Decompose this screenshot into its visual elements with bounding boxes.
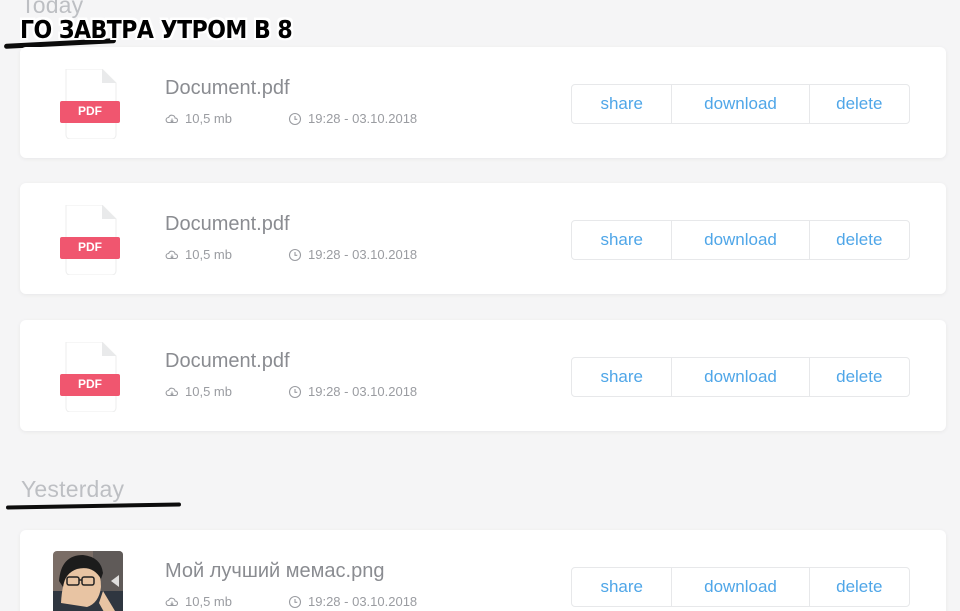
pdf-file-icon: PDF	[60, 68, 120, 140]
file-date: 19:28 - 03.10.2018	[288, 247, 417, 262]
marker-underline	[5, 502, 182, 510]
clock-icon	[288, 385, 302, 398]
delete-button[interactable]: delete	[810, 221, 909, 259]
pdf-file-icon: PDF	[60, 204, 120, 276]
pdf-file-icon: PDF	[60, 341, 120, 413]
file-name: Document.pdf	[165, 77, 290, 99]
clock-icon	[288, 112, 302, 125]
section-title-yesterday: Yesterday	[21, 476, 125, 502]
cloud-icon	[165, 387, 179, 396]
delete-button[interactable]: delete	[810, 568, 909, 606]
file-size-value: 10,5 mb	[185, 111, 232, 126]
file-card: PDF Document.pdf 10,5 mb 19:28 - 03.10.2…	[20, 183, 946, 294]
clock-icon	[288, 595, 302, 608]
file-card: PDF Document.pdf 10,5 mb 19:28 - 03.10.2…	[20, 47, 946, 158]
file-actions: share download delete	[571, 357, 910, 397]
download-button[interactable]: download	[672, 568, 810, 606]
clock-icon	[288, 248, 302, 261]
file-size-value: 10,5 mb	[185, 247, 232, 262]
file-card: PDF Document.pdf 10,5 mb 19:28 - 03.10.2…	[20, 320, 946, 431]
share-button[interactable]: share	[572, 358, 673, 396]
share-button[interactable]: share	[572, 568, 673, 606]
cloud-icon	[165, 250, 179, 259]
file-name: Document.pdf	[165, 213, 290, 235]
file-actions: share download delete	[571, 220, 910, 260]
file-name: Document.pdf	[165, 350, 290, 372]
delete-button[interactable]: delete	[810, 358, 909, 396]
delete-button[interactable]: delete	[810, 85, 909, 123]
file-date-value: 19:28 - 03.10.2018	[308, 247, 418, 262]
file-size-value: 10,5 mb	[185, 384, 232, 399]
download-button[interactable]: download	[672, 221, 810, 259]
file-date: 19:28 - 03.10.2018	[288, 594, 417, 609]
file-date: 19:28 - 03.10.2018	[288, 111, 417, 126]
download-button[interactable]: download	[672, 358, 810, 396]
file-size: 10,5 mb	[165, 594, 232, 609]
image-thumbnail	[53, 551, 123, 611]
cloud-icon	[165, 597, 179, 606]
pdf-badge-label: PDF	[78, 240, 102, 254]
file-list-page: Today ГО ЗАВТРА УТРОМ В 8 PDF Document.p…	[0, 0, 960, 611]
file-size-value: 10,5 mb	[185, 594, 232, 609]
cloud-icon	[165, 114, 179, 123]
file-date-value: 19:28 - 03.10.2018	[308, 111, 418, 126]
file-actions: share download delete	[571, 567, 910, 607]
file-size: 10,5 mb	[165, 247, 232, 262]
meme-caption: ГО ЗАВТРА УТРОМ В 8	[20, 16, 293, 45]
file-name: Мой лучший мемас.png	[165, 560, 385, 582]
file-date-value: 19:28 - 03.10.2018	[308, 384, 418, 399]
file-actions: share download delete	[571, 84, 910, 124]
share-button[interactable]: share	[572, 85, 673, 123]
file-date-value: 19:28 - 03.10.2018	[308, 594, 418, 609]
download-button[interactable]: download	[672, 85, 810, 123]
pdf-badge-label: PDF	[78, 377, 102, 391]
file-size: 10,5 mb	[165, 111, 232, 126]
pdf-badge-label: PDF	[78, 104, 102, 118]
file-size: 10,5 mb	[165, 384, 232, 399]
file-card: Мой лучший мемас.png 10,5 mb 19:28 - 03.…	[20, 530, 946, 611]
share-button[interactable]: share	[572, 221, 673, 259]
file-date: 19:28 - 03.10.2018	[288, 384, 417, 399]
